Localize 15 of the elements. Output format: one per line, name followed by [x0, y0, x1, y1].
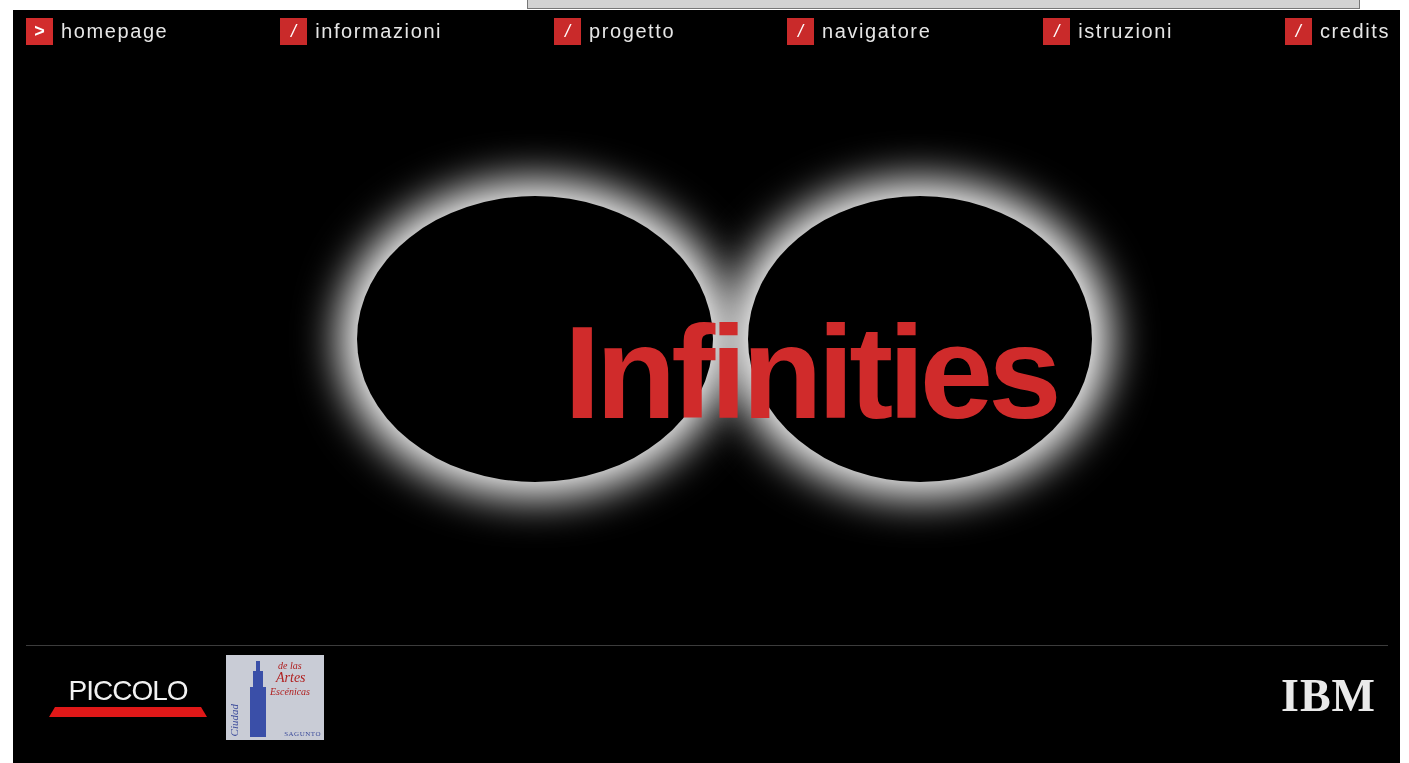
piccolo-logo: PICCOLO: [48, 677, 208, 717]
nav-marker: /: [1284, 18, 1312, 45]
nav-link[interactable]: > homepage: [26, 18, 169, 45]
nav-link[interactable]: / istruzioni: [1043, 18, 1174, 45]
nav-marker: /: [1043, 18, 1071, 45]
nav-link[interactable]: / informazioni: [280, 18, 443, 45]
ibm-logo: IBM: [1281, 673, 1376, 719]
scrollbar[interactable]: [527, 0, 1360, 9]
nav-link[interactable]: / progetto: [553, 18, 676, 45]
nav-marker: /: [280, 18, 308, 45]
nav-link[interactable]: / navigatore: [786, 18, 932, 45]
nav-link[interactable]: / credits: [1284, 18, 1390, 45]
nav-marker: /: [553, 18, 581, 45]
nav-marker: >: [26, 18, 53, 45]
nav-marker: /: [786, 18, 814, 45]
